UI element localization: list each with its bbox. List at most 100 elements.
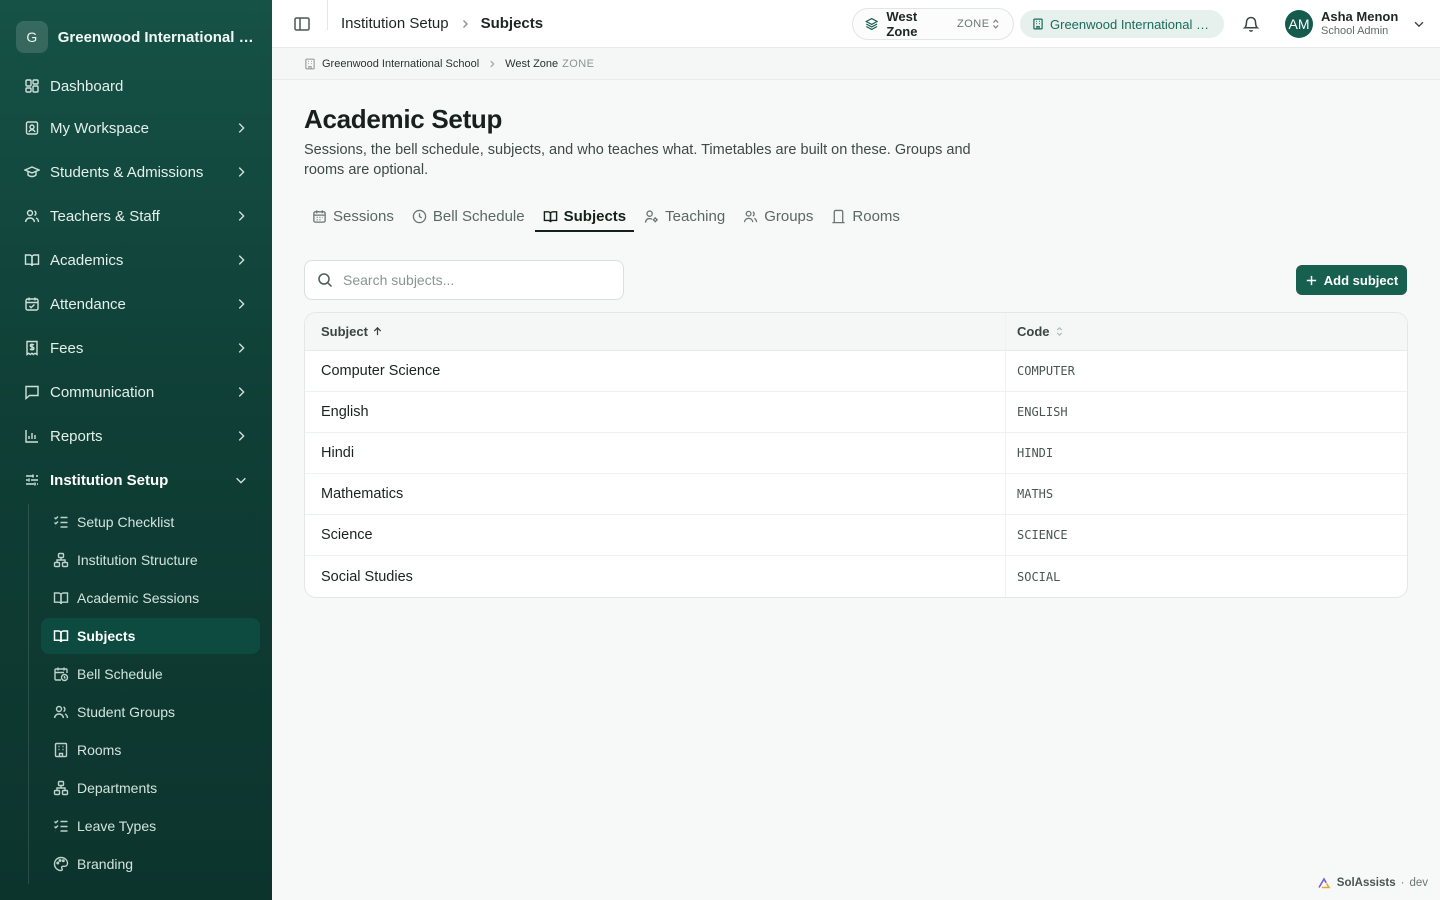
layers-icon	[865, 17, 879, 31]
workspace-icon	[25, 121, 39, 135]
nav-institution-setup[interactable]: Institution Setup	[12, 460, 260, 500]
zone-switcher[interactable]: West Zone ZONE	[852, 8, 1014, 40]
nav-label: Fees	[50, 339, 84, 357]
nav-attendance[interactable]: Attendance	[12, 284, 260, 324]
sub-setup-checklist[interactable]: Setup Checklist	[41, 504, 260, 540]
nav-label: Teachers & Staff	[50, 207, 160, 225]
building-icon	[54, 742, 68, 758]
sidebar: G Greenwood International School Dashboa…	[0, 0, 272, 900]
receipt-icon	[26, 340, 38, 356]
table-row[interactable]: Science SCIENCE	[305, 515, 1407, 556]
sub-student-groups[interactable]: Student Groups	[41, 694, 260, 730]
search-field[interactable]	[304, 260, 624, 300]
sub-departments[interactable]: Departments	[41, 770, 260, 806]
sub-rooms[interactable]: Rooms	[41, 732, 260, 768]
sidebar-toggle-icon[interactable]	[292, 14, 312, 34]
sub-label: Subjects	[77, 628, 136, 644]
sub-label: Rooms	[77, 742, 122, 758]
building-icon	[305, 58, 315, 69]
brand-switcher[interactable]: G Greenwood International School	[0, 0, 272, 74]
subject-name: Hindi	[321, 445, 355, 461]
nav-label: Academics	[50, 251, 124, 269]
book-open-icon	[24, 254, 40, 267]
context-school[interactable]: Greenwood International School	[322, 58, 479, 70]
building-icon	[1033, 18, 1043, 30]
breadcrumb-current: Subjects	[480, 15, 544, 32]
chevrons-up-down-icon	[992, 19, 999, 29]
sub-label: Setup Checklist	[77, 514, 175, 530]
column-header-subject[interactable]: Subject	[305, 324, 1005, 339]
nav-label: Attendance	[50, 295, 126, 313]
subject-code: HINDI	[1005, 433, 1407, 473]
nav-teachers-staff[interactable]: Teachers & Staff	[12, 196, 260, 236]
tab-groups[interactable]: Groups	[735, 200, 821, 232]
search-input[interactable]	[343, 272, 603, 288]
network-icon	[53, 780, 69, 796]
school-pill[interactable]: Greenwood International School	[1020, 10, 1224, 38]
table-row[interactable]: Computer Science COMPUTER	[305, 351, 1407, 392]
zone-name: West Zone	[886, 9, 918, 39]
nav-dashboard[interactable]: Dashboard	[12, 66, 260, 106]
add-subject-button[interactable]: Add subject	[1296, 265, 1407, 295]
tab-rooms[interactable]: Rooms	[823, 200, 908, 232]
tab-subjects[interactable]: Subjects	[534, 200, 635, 232]
sub-leave-types[interactable]: Leave Types	[41, 808, 260, 844]
tab-sessions[interactable]: Sessions	[304, 200, 402, 232]
sub-subjects[interactable]: Subjects	[41, 618, 260, 654]
chevron-down-icon	[236, 477, 246, 484]
divider	[327, 0, 328, 30]
nav-academics[interactable]: Academics	[12, 240, 260, 280]
calendar-check-icon	[25, 297, 39, 311]
table-row[interactable]: English ENGLISH	[305, 392, 1407, 433]
column-header-code[interactable]: Code	[1005, 313, 1407, 350]
table-row[interactable]: Social Studies SOCIAL	[305, 556, 1407, 597]
plus-icon	[1306, 275, 1316, 285]
calendar-clock-icon	[54, 667, 69, 682]
sub-academic-sessions[interactable]: Academic Sessions	[41, 580, 260, 616]
subject-code: ENGLISH	[1005, 392, 1407, 432]
page-description: Sessions, the bell schedule, subjects, a…	[304, 142, 971, 178]
sub-label: Departments	[77, 780, 158, 796]
chevron-right-icon	[238, 299, 245, 309]
tab-bell-schedule[interactable]: Bell Schedule	[404, 200, 533, 232]
clock-icon	[412, 209, 427, 223]
nav-reports[interactable]: Reports	[12, 416, 260, 456]
table-row[interactable]: Mathematics MATHS	[305, 474, 1407, 515]
nav-students-admissions[interactable]: Students & Admissions	[12, 152, 260, 192]
user-menu[interactable]: AM Asha Menon School Admin	[1285, 9, 1426, 39]
list-checks-icon	[54, 820, 68, 832]
topbar: Institution Setup Subjects West Zone ZON…	[272, 0, 1440, 48]
chevrons-up-down-icon	[1056, 326, 1062, 337]
bar-chart-icon	[25, 430, 38, 443]
sub-institution-structure[interactable]: Institution Structure	[41, 542, 260, 578]
breadcrumb-item[interactable]: Institution Setup	[341, 15, 449, 32]
chevron-right-icon	[238, 255, 245, 265]
sub-branding[interactable]: Branding	[41, 846, 260, 882]
nav-communication[interactable]: Communication	[12, 372, 260, 412]
table-row[interactable]: Hindi HINDI	[305, 433, 1407, 474]
tab-label: Rooms	[852, 207, 900, 225]
book-open-icon	[543, 210, 557, 222]
tab-label: Groups	[764, 207, 814, 225]
subject-code: SOCIAL	[1005, 556, 1407, 597]
column-label: Code	[1017, 324, 1050, 339]
subject-code: MATHS	[1005, 474, 1407, 514]
tab-label: Sessions	[333, 207, 394, 225]
tab-teaching[interactable]: Teaching	[636, 200, 733, 232]
list-checks-icon	[54, 516, 68, 528]
chevron-right-icon	[238, 123, 245, 133]
sub-bell-schedule[interactable]: Bell Schedule	[41, 656, 260, 692]
breadcrumb: Institution Setup Subjects	[341, 15, 543, 32]
user-role: School Admin	[1321, 25, 1389, 37]
nav-my-workspace[interactable]: My Workspace	[12, 108, 260, 148]
user-cog-icon	[644, 209, 658, 223]
sub-label: Academic Sessions	[77, 590, 200, 606]
bell-icon[interactable]	[1242, 15, 1260, 33]
users-icon	[743, 210, 758, 222]
nav-fees[interactable]: Fees	[12, 328, 260, 368]
context-breadcrumb: Greenwood International School West Zone…	[272, 48, 1440, 80]
zone-tag: ZONE	[956, 18, 990, 30]
tab-label: Bell Schedule	[432, 207, 525, 225]
table-header: Subject Code	[305, 313, 1407, 351]
search-icon	[318, 273, 333, 288]
